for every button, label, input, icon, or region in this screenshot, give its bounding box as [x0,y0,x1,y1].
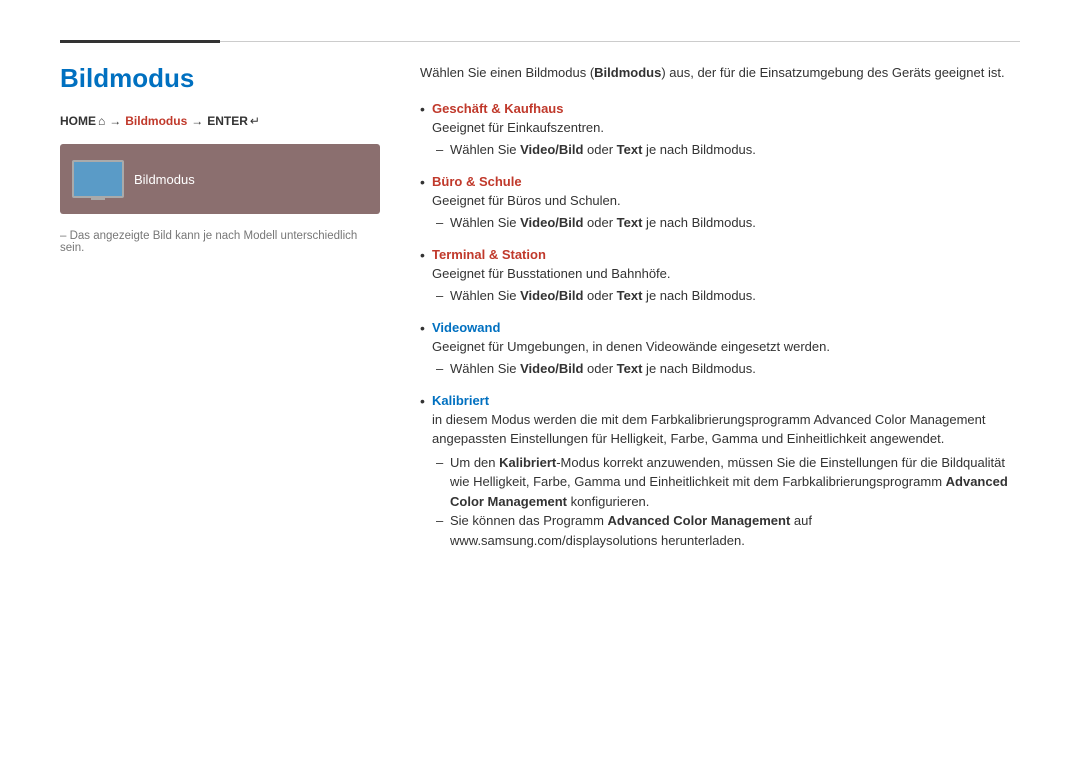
page-title: Bildmodus [60,63,380,94]
bold-text-buero: Text [617,215,643,230]
preview-box: Bildmodus [60,144,380,214]
nav-home-label: HOME [60,114,96,128]
nav-path: HOME ⌂ → Bildmodus → ENTER ↵ [60,114,380,128]
divider-left [60,40,220,43]
section-desc-kalibriert: in diesem Modus werden die mit dem Farbk… [432,410,1020,449]
section-desc-geschaeft: Geeignet für Einkaufszentren. [432,118,1020,138]
content-layout: Bildmodus HOME ⌂ → Bildmodus → ENTER ↵ B… [60,63,1020,564]
nav-bildmodus-link[interactable]: Bildmodus [125,114,187,128]
bold-video-bild-terminal: Video/Bild [520,288,583,303]
sub-list-videowand: Wählen Sie Video/Bild oder Text je nach … [432,359,1020,379]
section-buero: Büro & Schule Geeignet für Büros und Sch… [420,174,1020,233]
note-text: – Das angezeigte Bild kann je nach Model… [60,230,380,254]
section-title-terminal: Terminal & Station [432,247,546,262]
section-title-geschaeft: Geschäft & Kaufhaus [432,101,563,116]
section-videowand: Videowand Geeignet für Umgebungen, in de… [420,320,1020,379]
preview-screen [72,160,124,198]
bold-acm-1: Advanced Color Management [814,412,986,427]
bold-text-terminal: Text [617,288,643,303]
section-desc-buero: Geeignet für Büros und Schulen. [432,191,1020,211]
preview-label: Bildmodus [134,172,195,187]
section-title-videowand: Videowand [432,320,500,335]
bold-acm-2: Advanced Color Management [450,474,1008,509]
divider-right [220,41,1020,42]
bold-kalibriert-ref: Kalibriert [499,455,556,470]
bold-text: Text [617,142,643,157]
section-kalibriert: Kalibriert in diesem Modus werden die mi… [420,393,1020,551]
bold-video-bild-videowand: Video/Bild [520,361,583,376]
sub-item-videowand-1: Wählen Sie Video/Bild oder Text je nach … [432,359,1020,379]
intro-bold: Bildmodus [594,65,661,80]
top-divider [60,40,1020,43]
section-geschaeft: Geschäft & Kaufhaus Geeignet für Einkauf… [420,101,1020,160]
sub-item-buero-1: Wählen Sie Video/Bild oder Text je nach … [432,213,1020,233]
sub-item-terminal-1: Wählen Sie Video/Bild oder Text je nach … [432,286,1020,306]
bold-video-bild: Video/Bild [520,142,583,157]
sub-item-geschaeft-1: Wählen Sie Video/Bild oder Text je nach … [432,140,1020,160]
sub-list-kalibriert: Um den Kalibriert-Modus korrekt anzuwend… [432,453,1020,551]
bold-video-bild-buero: Video/Bild [520,215,583,230]
section-list: Geschäft & Kaufhaus Geeignet für Einkauf… [420,101,1020,551]
sub-list-terminal: Wählen Sie Video/Bild oder Text je nach … [432,286,1020,306]
nav-home-icon: ⌂ [98,114,105,128]
bold-text-videowand: Text [617,361,643,376]
nav-enter-icon: ↵ [250,114,260,128]
section-title-buero: Büro & Schule [432,174,522,189]
nav-arrow-1: → [109,114,121,128]
sub-item-kalibriert-1: Um den Kalibriert-Modus korrekt anzuwend… [432,453,1020,512]
section-desc-terminal: Geeignet für Busstationen und Bahnhöfe. [432,264,1020,284]
page-container: Bildmodus HOME ⌂ → Bildmodus → ENTER ↵ B… [0,0,1080,604]
left-column: Bildmodus HOME ⌂ → Bildmodus → ENTER ↵ B… [60,63,380,564]
sub-list-buero: Wählen Sie Video/Bild oder Text je nach … [432,213,1020,233]
section-title-kalibriert: Kalibriert [432,393,489,408]
sub-list-geschaeft: Wählen Sie Video/Bild oder Text je nach … [432,140,1020,160]
nav-enter-label: ENTER [207,114,248,128]
section-desc-videowand: Geeignet für Umgebungen, in denen Videow… [432,337,1020,357]
section-terminal: Terminal & Station Geeignet für Busstati… [420,247,1020,306]
right-column: Wählen Sie einen Bildmodus (Bildmodus) a… [420,63,1020,564]
intro-text: Wählen Sie einen Bildmodus (Bildmodus) a… [420,63,1020,83]
sub-item-kalibriert-2: Sie können das Programm Advanced Color M… [432,511,1020,550]
bold-acm-3: Advanced Color Management [608,513,791,528]
nav-arrow-2: → [191,114,203,128]
